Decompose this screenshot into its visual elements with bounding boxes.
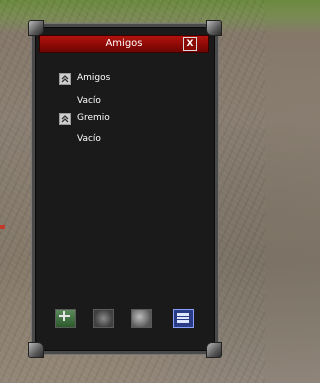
empty-label-guild: Vacío <box>77 134 101 144</box>
options-button[interactable] <box>131 309 152 328</box>
group-label-guild: Gremio <box>77 113 110 123</box>
info-button[interactable] <box>173 309 194 328</box>
background-detail <box>0 225 5 229</box>
window-corner-ornament <box>206 342 222 358</box>
add-friend-button[interactable] <box>55 309 76 328</box>
close-button[interactable]: X <box>183 37 197 51</box>
window-corner-ornament <box>206 20 222 36</box>
collapse-toggle-friends[interactable] <box>59 73 71 85</box>
group-label-friends: Amigos <box>77 73 111 83</box>
remove-friend-button[interactable] <box>93 309 114 328</box>
collapse-toggle-guild[interactable] <box>59 113 71 125</box>
window-corner-ornament <box>28 342 44 358</box>
empty-label-friends: Vacío <box>77 96 101 106</box>
window-corner-ornament <box>28 20 44 36</box>
chevron-up-icon <box>61 75 69 83</box>
chevron-up-icon <box>61 115 69 123</box>
friends-window: Amigos X Amigos Vacío Gremio Vacío <box>28 20 222 358</box>
